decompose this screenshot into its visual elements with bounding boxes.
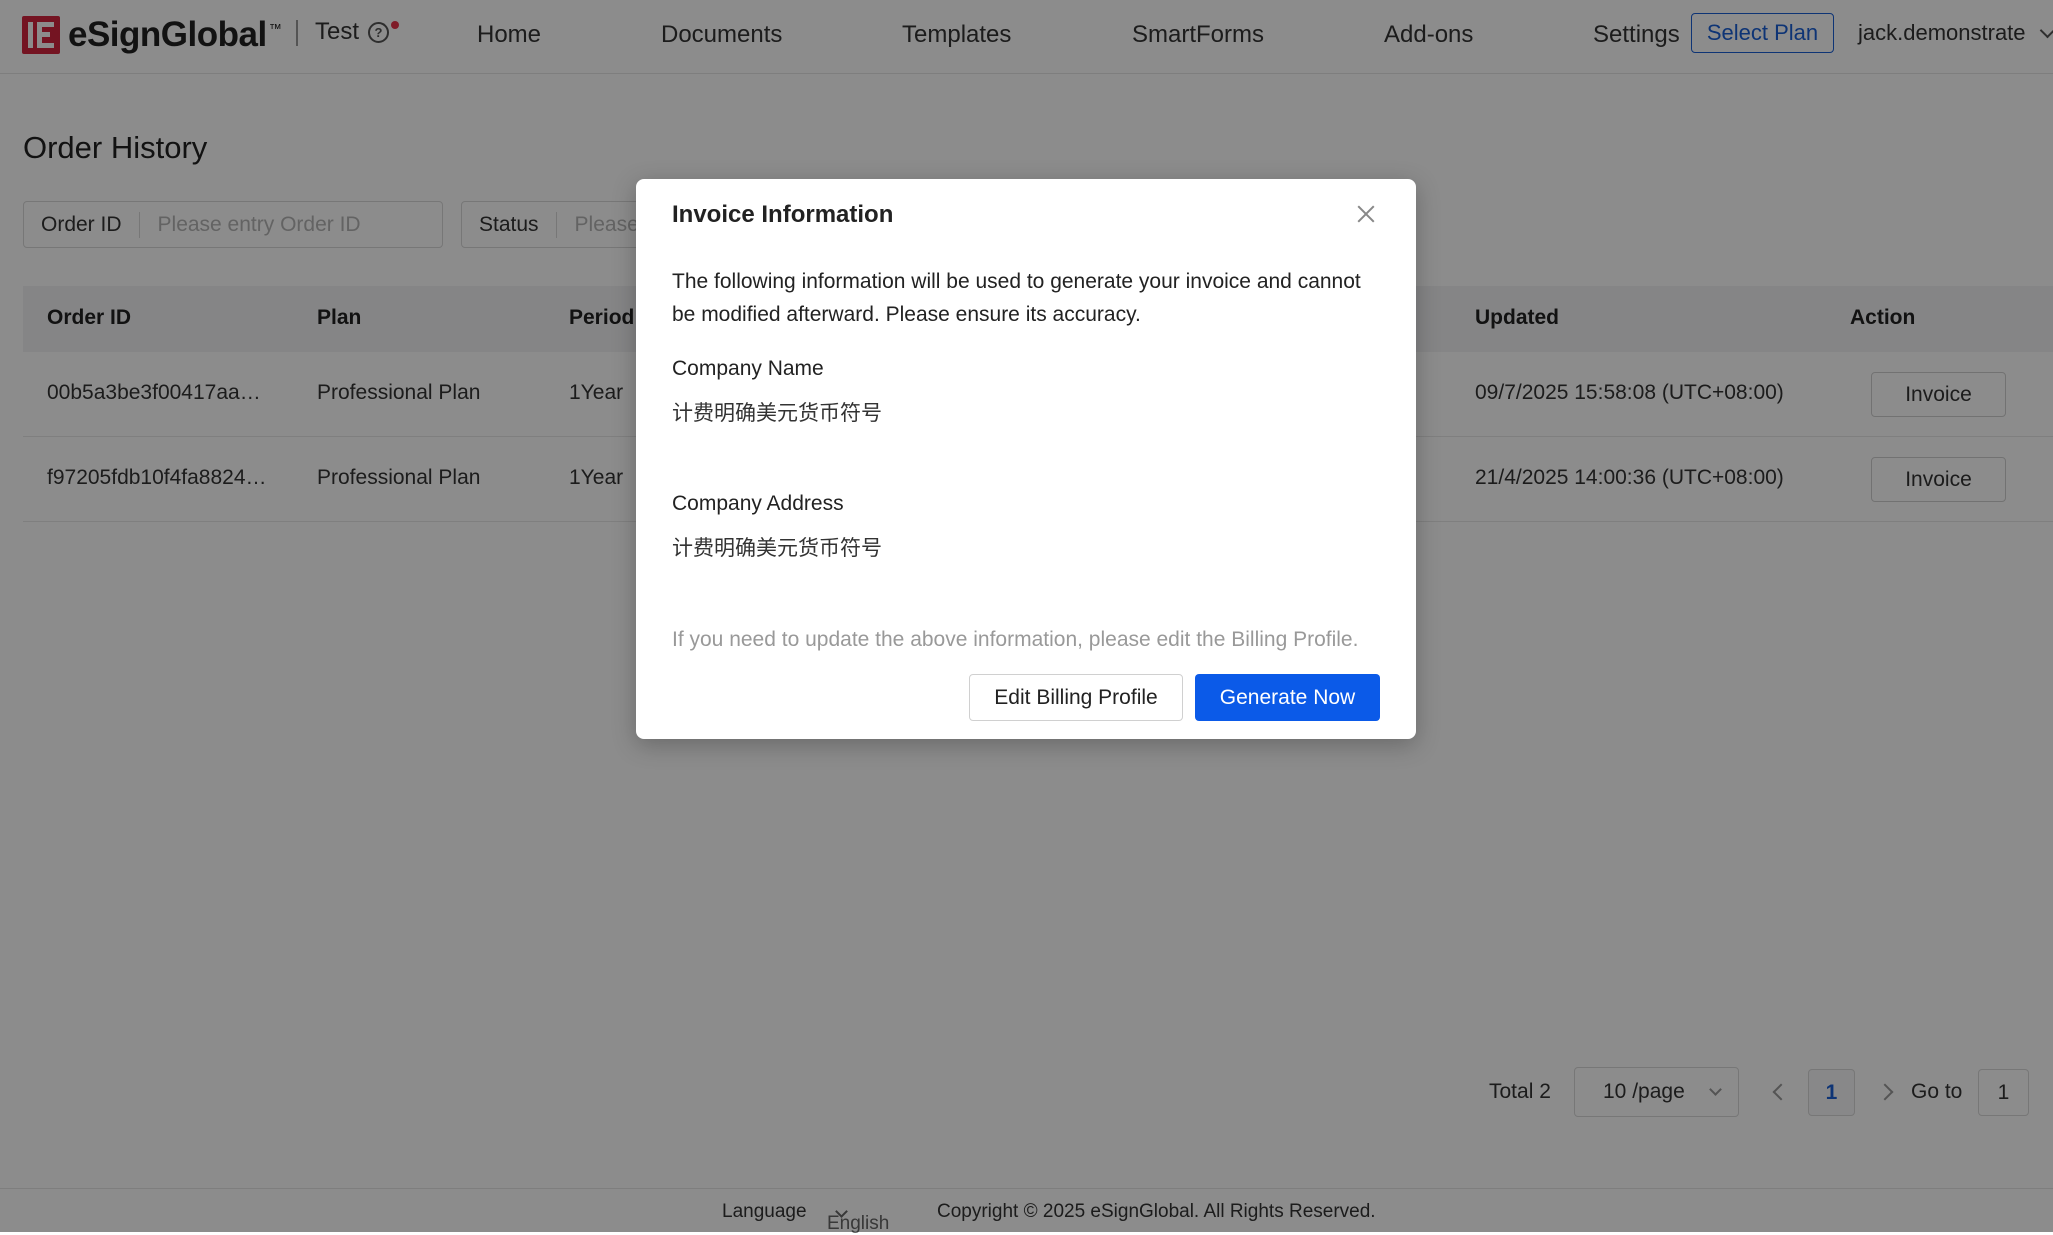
close-icon[interactable] bbox=[1353, 201, 1379, 227]
dialog-description: The following information will be used t… bbox=[672, 270, 1361, 326]
invoice-information-dialog: Invoice Information The following inform… bbox=[636, 179, 1416, 739]
company-address-label: Company Address bbox=[672, 492, 844, 515]
company-name-label: Company Name bbox=[672, 357, 824, 380]
company-name-value: 计费明确美元货币符号 bbox=[672, 402, 882, 425]
edit-billing-profile-button[interactable]: Edit Billing Profile bbox=[969, 674, 1183, 721]
company-address-value: 计费明确美元货币符号 bbox=[672, 537, 882, 560]
billing-profile-hint: If you need to update the above informat… bbox=[672, 628, 1359, 651]
dialog-title: Invoice Information bbox=[672, 201, 894, 228]
generate-now-button[interactable]: Generate Now bbox=[1195, 674, 1380, 721]
